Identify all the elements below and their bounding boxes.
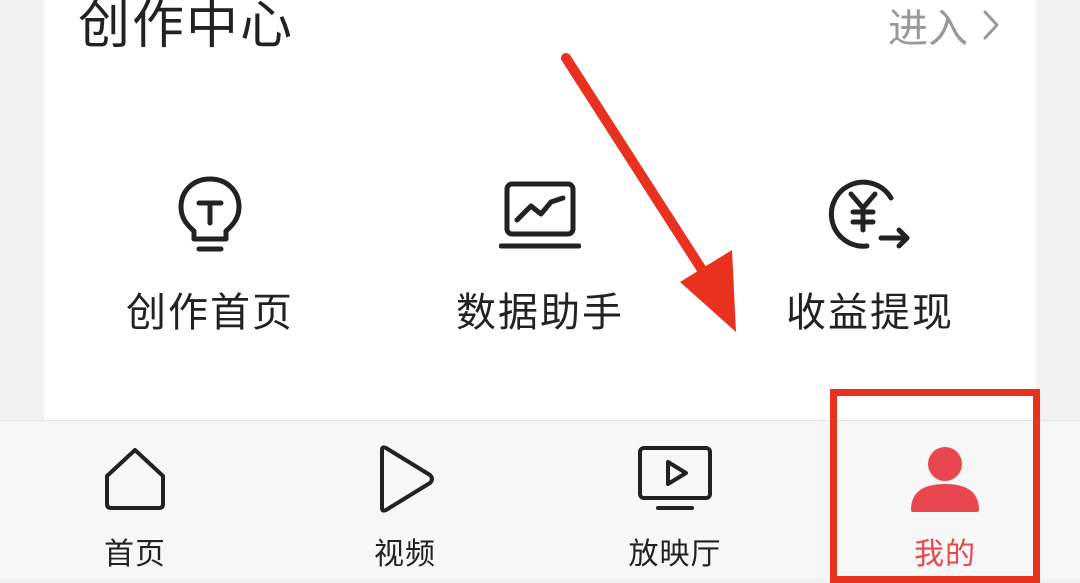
play-icon [365, 441, 445, 517]
yuan-withdraw-icon [824, 170, 916, 262]
tool-earnings-withdraw[interactable]: 收益提现 [720, 170, 1020, 340]
chart-monitor-icon [494, 170, 586, 262]
tv-play-icon [635, 441, 715, 517]
tab-home[interactable]: 首页 [15, 421, 255, 579]
user-icon [905, 441, 985, 517]
tool-creator-home[interactable]: 创作首页 [60, 170, 360, 340]
tool-label: 数据助手 [456, 290, 624, 336]
tab-label: 视频 [374, 537, 436, 572]
section-title: 创作中心 [78, 0, 295, 56]
bottom-tab-bar: 首页 视频 放映厅 我的 [0, 420, 1080, 579]
tab-me[interactable]: 我的 [825, 421, 1065, 579]
tab-screening-hall[interactable]: 放映厅 [555, 421, 795, 579]
chevron-right-icon [982, 9, 1000, 41]
enter-link-label: 进入 [888, 6, 968, 52]
lightbulb-icon [164, 170, 256, 262]
tab-label: 首页 [104, 537, 166, 572]
tab-label: 放映厅 [628, 537, 722, 572]
tab-video[interactable]: 视频 [285, 421, 525, 579]
tab-label: 我的 [914, 537, 976, 572]
tool-label: 收益提现 [786, 290, 954, 336]
home-icon [95, 441, 175, 517]
creator-center-card: 创作中心 进入 创作首页 数据助手 收益提现 [44, 0, 1036, 420]
tool-data-assistant[interactable]: 数据助手 [390, 170, 690, 340]
enter-link[interactable]: 进入 [888, 0, 1000, 52]
tool-label: 创作首页 [126, 290, 294, 336]
